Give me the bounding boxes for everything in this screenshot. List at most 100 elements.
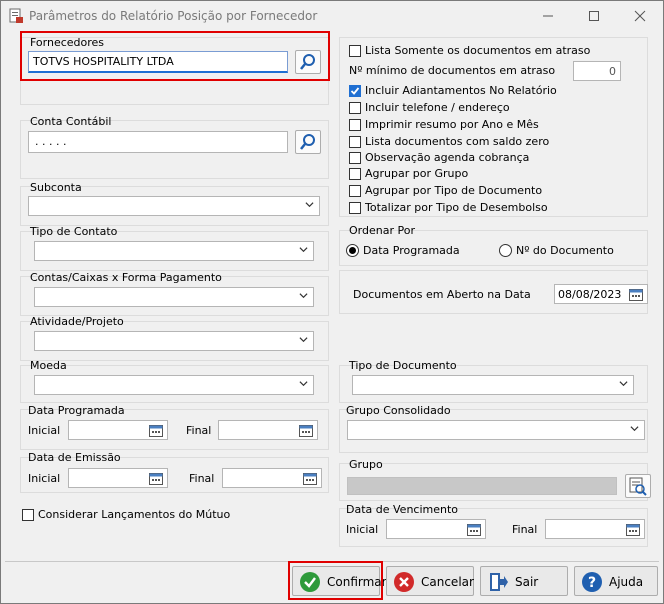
data-programada-inicial-label: Inicial <box>28 424 61 437</box>
contas-caixas-select[interactable] <box>34 287 314 307</box>
tipo-documento-label: Tipo de Documento <box>349 359 457 372</box>
atividade-select[interactable] <box>34 331 314 351</box>
fornecedores-highlight <box>20 31 330 81</box>
subconta-select[interactable] <box>28 196 320 216</box>
check-icon <box>350 87 360 95</box>
chevron-down-icon <box>619 381 628 387</box>
minimize-button[interactable] <box>525 1 571 31</box>
data-emissao-inicial-label: Inicial <box>28 472 61 485</box>
grupo-consolidado-label: Grupo Consolidado <box>346 404 451 417</box>
data-programada-final-label: Final <box>186 424 212 437</box>
opt-checkbox-totalizar[interactable] <box>349 202 361 214</box>
cancel-icon <box>394 572 414 592</box>
data-programada-inicial-input[interactable] <box>68 420 168 440</box>
docs-aberto-input[interactable]: 08/08/2023 <box>554 284 648 304</box>
calendar-icon[interactable] <box>303 472 317 485</box>
data-emissao-label: Data de Emissão <box>28 451 121 464</box>
conta-contabil-search-button[interactable] <box>295 130 321 154</box>
ordenar-documento-radio[interactable] <box>499 244 512 257</box>
grupo-lookup-button[interactable] <box>625 474 651 498</box>
opt-label-resumo: Imprimir resumo por Ano e Mês <box>365 118 539 131</box>
opt-label-agrupar-tipo: Agrupar por Tipo de Documento <box>365 184 543 197</box>
data-vencimento-label: Data de Vencimento <box>346 503 459 516</box>
moeda-select[interactable] <box>34 375 314 395</box>
opt-label-adiantamentos: Incluir Adiantamentos No Relatório <box>365 84 557 97</box>
chevron-down-icon <box>630 426 639 432</box>
data-vencimento-final-input[interactable] <box>545 519 645 539</box>
subconta-label: Subconta <box>30 181 82 194</box>
opt-label-telefone: Incluir telefone / endereço <box>365 101 510 114</box>
grupo-field-disabled <box>347 477 617 495</box>
opt-checkbox-agenda[interactable] <box>349 152 361 164</box>
chevron-down-icon <box>299 293 308 299</box>
conta-contabil-label: Conta Contábil <box>30 115 112 128</box>
atividade-label: Atividade/Projeto <box>30 315 124 328</box>
considerar-mutuo-checkbox[interactable] <box>22 509 34 521</box>
num-min-value: 0 <box>609 65 616 78</box>
data-vencimento-inicial-input[interactable] <box>386 519 486 539</box>
calendar-icon[interactable] <box>629 288 643 301</box>
docs-aberto-label: Documentos em Aberto na Data <box>353 288 531 301</box>
search-icon <box>300 134 315 150</box>
opt-label-saldo-zero: Lista documentos com saldo zero <box>365 135 550 148</box>
calendar-icon[interactable] <box>626 523 640 536</box>
opt-checkbox-agrupar-tipo[interactable] <box>349 185 361 197</box>
report-icon <box>9 8 23 23</box>
conta-contabil-value: . . . . . <box>35 135 67 148</box>
calendar-icon[interactable] <box>467 523 481 536</box>
chevron-down-icon <box>299 381 308 387</box>
data-emissao-inicial-input[interactable] <box>68 468 168 488</box>
lista-atraso-checkbox[interactable] <box>349 45 361 57</box>
lista-atraso-label: Lista Somente os documentos em atraso <box>365 44 591 57</box>
ordenar-data-radio[interactable] <box>346 244 359 257</box>
opt-label-agenda: Observação agenda cobrança <box>365 151 530 164</box>
chevron-down-icon <box>305 202 314 208</box>
dialog-window: Parâmetros do Relatório Posição por Forn… <box>0 0 664 604</box>
close-button[interactable] <box>617 1 663 31</box>
grupo-label: Grupo <box>349 458 383 471</box>
ajuda-label: Ajuda <box>609 575 644 589</box>
help-icon: ? <box>582 572 602 592</box>
ordenar-documento-label: Nº do Documento <box>516 244 614 257</box>
ajuda-button[interactable]: ? Ajuda <box>574 566 658 596</box>
sair-label: Sair <box>515 575 539 589</box>
svg-text:?: ? <box>588 575 596 591</box>
opt-checkbox-telefone[interactable] <box>349 102 361 114</box>
grupo-consolidado-select[interactable] <box>347 420 645 440</box>
title-bar: Parâmetros do Relatório Posição por Forn… <box>1 1 663 31</box>
calendar-icon[interactable] <box>299 424 313 437</box>
ordenar-data-label: Data Programada <box>363 244 460 257</box>
tipo-contato-label: Tipo de Contato <box>30 225 118 238</box>
ordenar-label: Ordenar Por <box>349 224 415 237</box>
cancelar-label: Cancelar <box>421 575 474 589</box>
lookup-icon <box>629 477 647 496</box>
data-programada-label: Data Programada <box>28 404 125 417</box>
cancelar-button[interactable]: Cancelar <box>386 566 474 596</box>
opt-checkbox-adiantamentos[interactable] <box>349 85 361 97</box>
data-vencimento-final-label: Final <box>512 523 538 536</box>
data-emissao-final-label: Final <box>189 472 215 485</box>
confirmar-highlight <box>288 561 383 600</box>
docs-aberto-value: 08/08/2023 <box>558 288 622 301</box>
data-vencimento-inicial-label: Inicial <box>346 523 379 536</box>
calendar-icon[interactable] <box>149 424 163 437</box>
opt-checkbox-resumo[interactable] <box>349 119 361 131</box>
opt-label-agrupar-grupo: Agrupar por Grupo <box>365 167 469 180</box>
data-programada-final-input[interactable] <box>218 420 318 440</box>
sair-button[interactable]: Sair <box>480 566 568 596</box>
opt-checkbox-saldo-zero[interactable] <box>349 136 361 148</box>
data-emissao-final-input[interactable] <box>222 468 322 488</box>
conta-contabil-input[interactable]: . . . . . <box>28 131 288 153</box>
tipo-documento-select[interactable] <box>352 375 634 395</box>
moeda-label: Moeda <box>30 359 67 372</box>
window-title: Parâmetros do Relatório Posição por Forn… <box>29 9 318 23</box>
num-min-input[interactable]: 0 <box>573 61 621 81</box>
chevron-down-icon <box>299 337 308 343</box>
maximize-button[interactable] <box>571 1 617 31</box>
tipo-contato-select[interactable] <box>34 241 314 261</box>
exit-icon <box>490 573 508 591</box>
opt-checkbox-agrupar-grupo[interactable] <box>349 168 361 180</box>
opt-label-totalizar: Totalizar por Tipo de Desembolso <box>365 201 548 214</box>
calendar-icon[interactable] <box>149 472 163 485</box>
num-min-label: Nº mínimo de documentos em atraso <box>349 64 556 77</box>
